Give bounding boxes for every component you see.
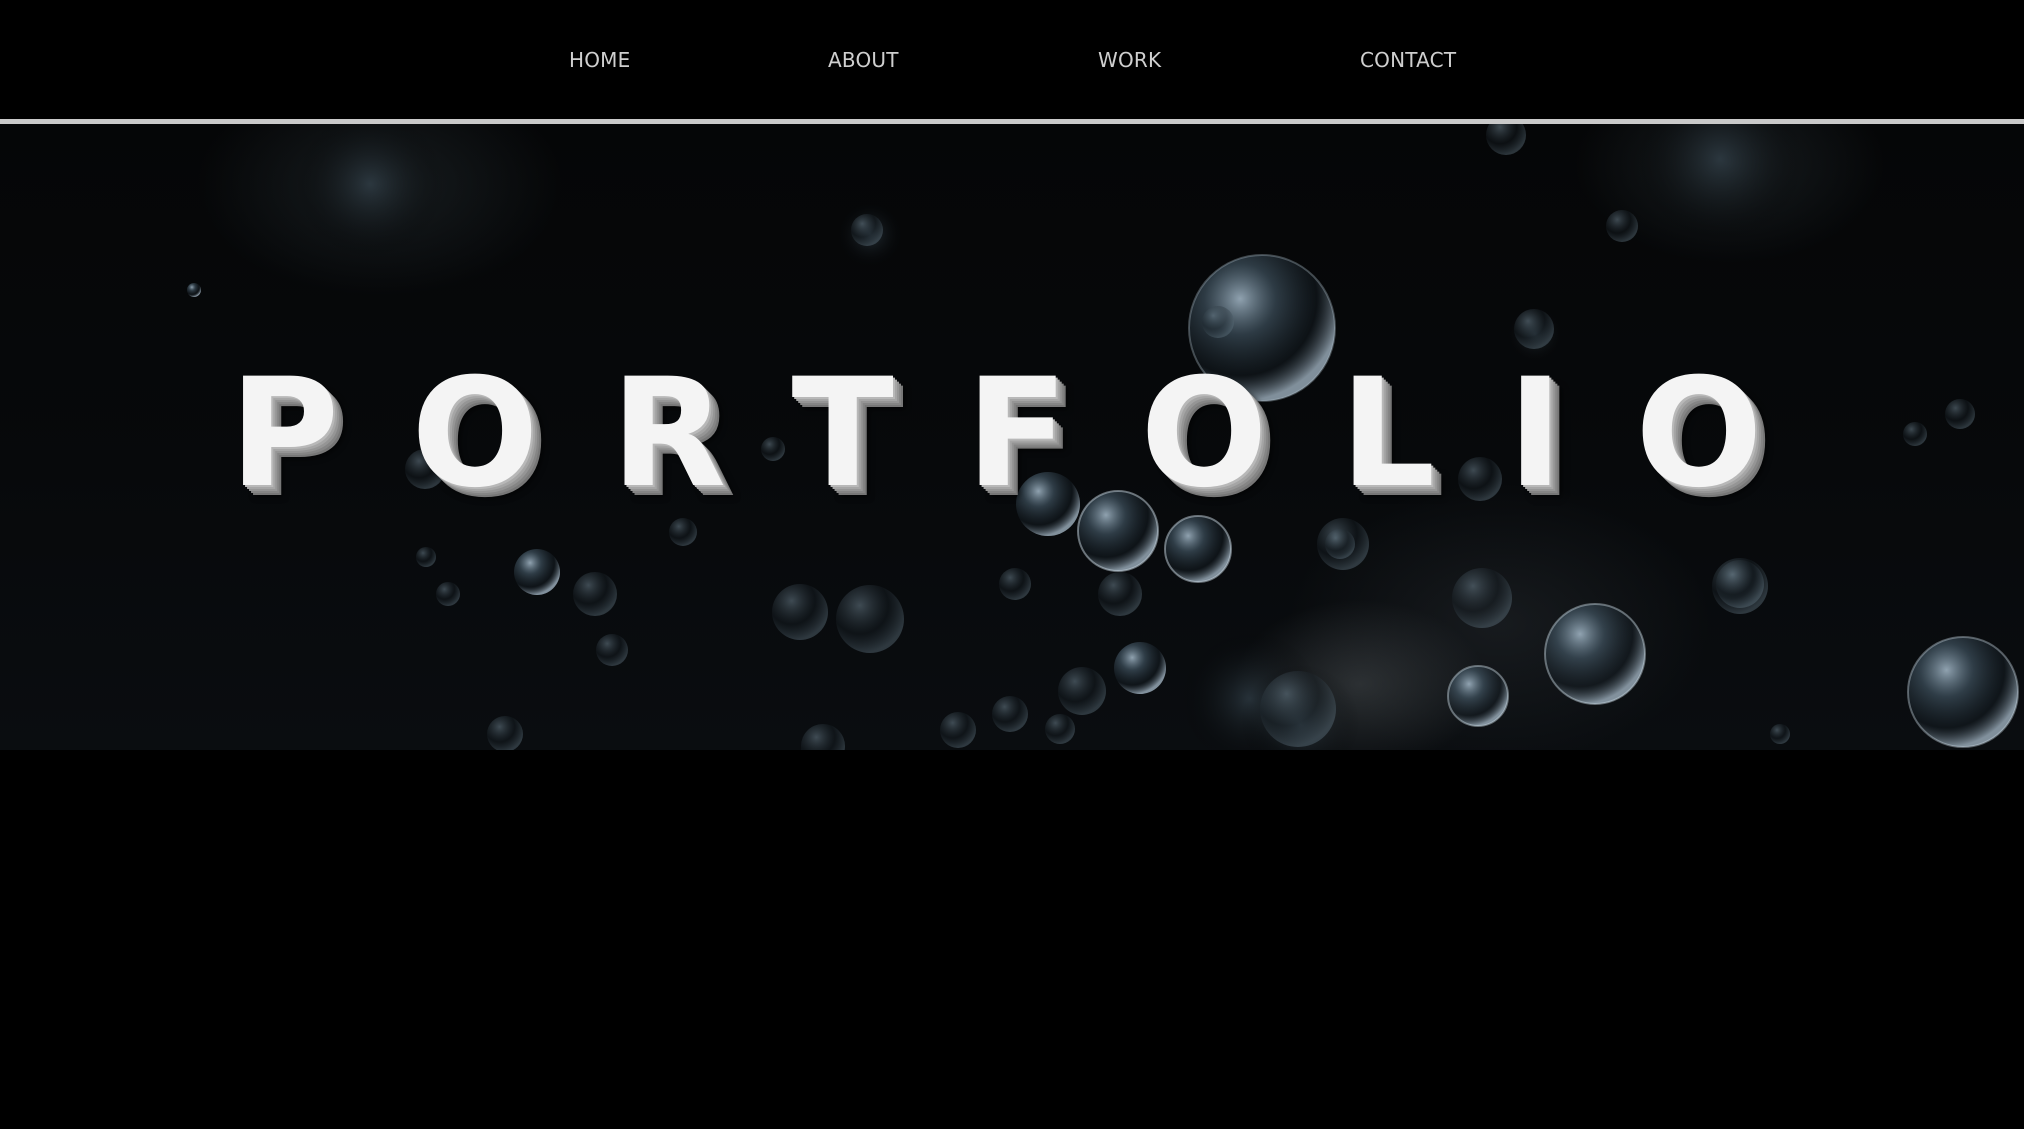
content-area	[0, 750, 2024, 1129]
hero-banner: PORTFOLIO	[0, 124, 2024, 750]
nav-work-link[interactable]: WORK	[1098, 48, 1161, 72]
nav-about-link[interactable]: ABOUT	[828, 48, 899, 72]
hero-title: PORTFOLIO	[229, 347, 1835, 521]
nav-contact-link[interactable]: CONTACT	[1360, 48, 1456, 72]
top-navigation: HOME ABOUT WORK CONTACT	[0, 0, 2024, 120]
page: HOME ABOUT WORK CONTACT PORTFOLIO	[0, 0, 2024, 1129]
nav-home-link[interactable]: HOME	[569, 48, 630, 72]
